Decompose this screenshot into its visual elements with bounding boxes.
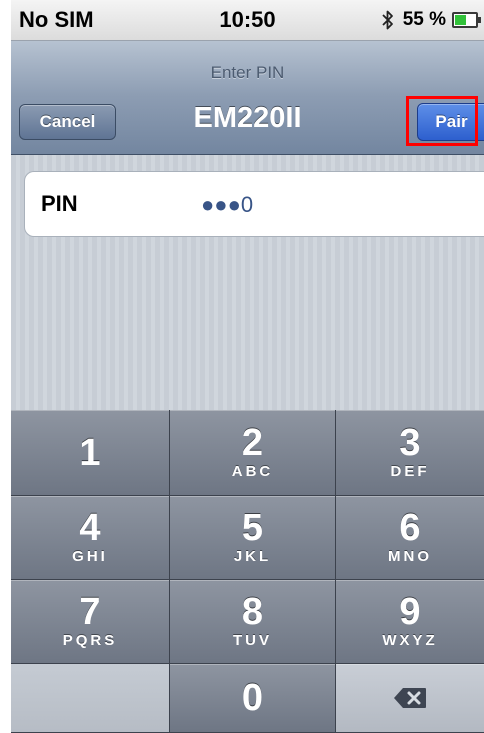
status-bar: No SIM 10:50 55 % (11, 0, 484, 41)
key-8[interactable]: 8 TUV (170, 580, 336, 664)
key-5[interactable]: 5 JKL (170, 496, 336, 580)
key-letters: MNO (388, 547, 432, 565)
key-digit: 9 (399, 590, 421, 633)
key-digit: 2 (241, 421, 264, 464)
key-digit: 8 (241, 590, 264, 633)
nav-prompt: Enter PIN (210, 63, 285, 82)
pin-label: PIN (41, 191, 78, 216)
cancel-button[interactable]: Cancel (19, 104, 116, 140)
key-digit: 4 (79, 506, 101, 549)
key-letters: TUV (233, 631, 272, 649)
key-digit: 1 (79, 431, 101, 474)
key-9[interactable]: 9 WXYZ (336, 580, 484, 664)
key-2[interactable]: 2 ABC (170, 410, 336, 496)
delete-key[interactable] (336, 664, 484, 733)
navigation-bar: Enter PIN EM220II Cancel Pair (11, 41, 484, 155)
bluetooth-icon (382, 10, 393, 30)
battery-icon (452, 12, 481, 28)
key-0[interactable]: 0 (170, 664, 336, 733)
key-digit: 6 (399, 506, 421, 549)
status-indicators: 55 % (381, 8, 481, 32)
key-digit: 7 (79, 590, 101, 633)
pin-input[interactable]: ●●●0 (201, 192, 253, 218)
phone-screen: No SIM 10:50 55 % Enter PIN EM220II Canc… (11, 0, 484, 733)
key-letters: DEF (390, 462, 430, 480)
key-letters: WXYZ (382, 631, 438, 649)
key-digit: 0 (241, 677, 264, 719)
backspace-icon (394, 688, 426, 708)
battery-level-fill (455, 15, 466, 25)
key-letters: ABC (231, 462, 274, 480)
pair-button-highlight (406, 96, 478, 146)
numeric-keypad: 1 2 ABC 3 DEF 4 GHI 5 JKL 6 MNO 7 PQRS 8… (11, 410, 484, 733)
key-3[interactable]: 3 DEF (336, 410, 484, 496)
key-6[interactable]: 6 MNO (336, 496, 484, 580)
key-letters: PQRS (62, 631, 118, 649)
key-1[interactable]: 1 (11, 410, 170, 496)
key-digit: 3 (399, 421, 421, 464)
key-letters: GHI (72, 547, 108, 565)
key-7[interactable]: 7 PQRS (11, 580, 170, 664)
key-4[interactable]: 4 GHI (11, 496, 170, 580)
battery-percent: 55 % (402, 9, 446, 30)
key-letters: JKL (233, 547, 272, 565)
pin-row[interactable]: PIN ●●●0 (24, 171, 484, 237)
pin-entry-area: PIN ●●●0 (11, 155, 484, 410)
key-digit: 5 (241, 506, 264, 549)
key-blank (11, 664, 170, 733)
